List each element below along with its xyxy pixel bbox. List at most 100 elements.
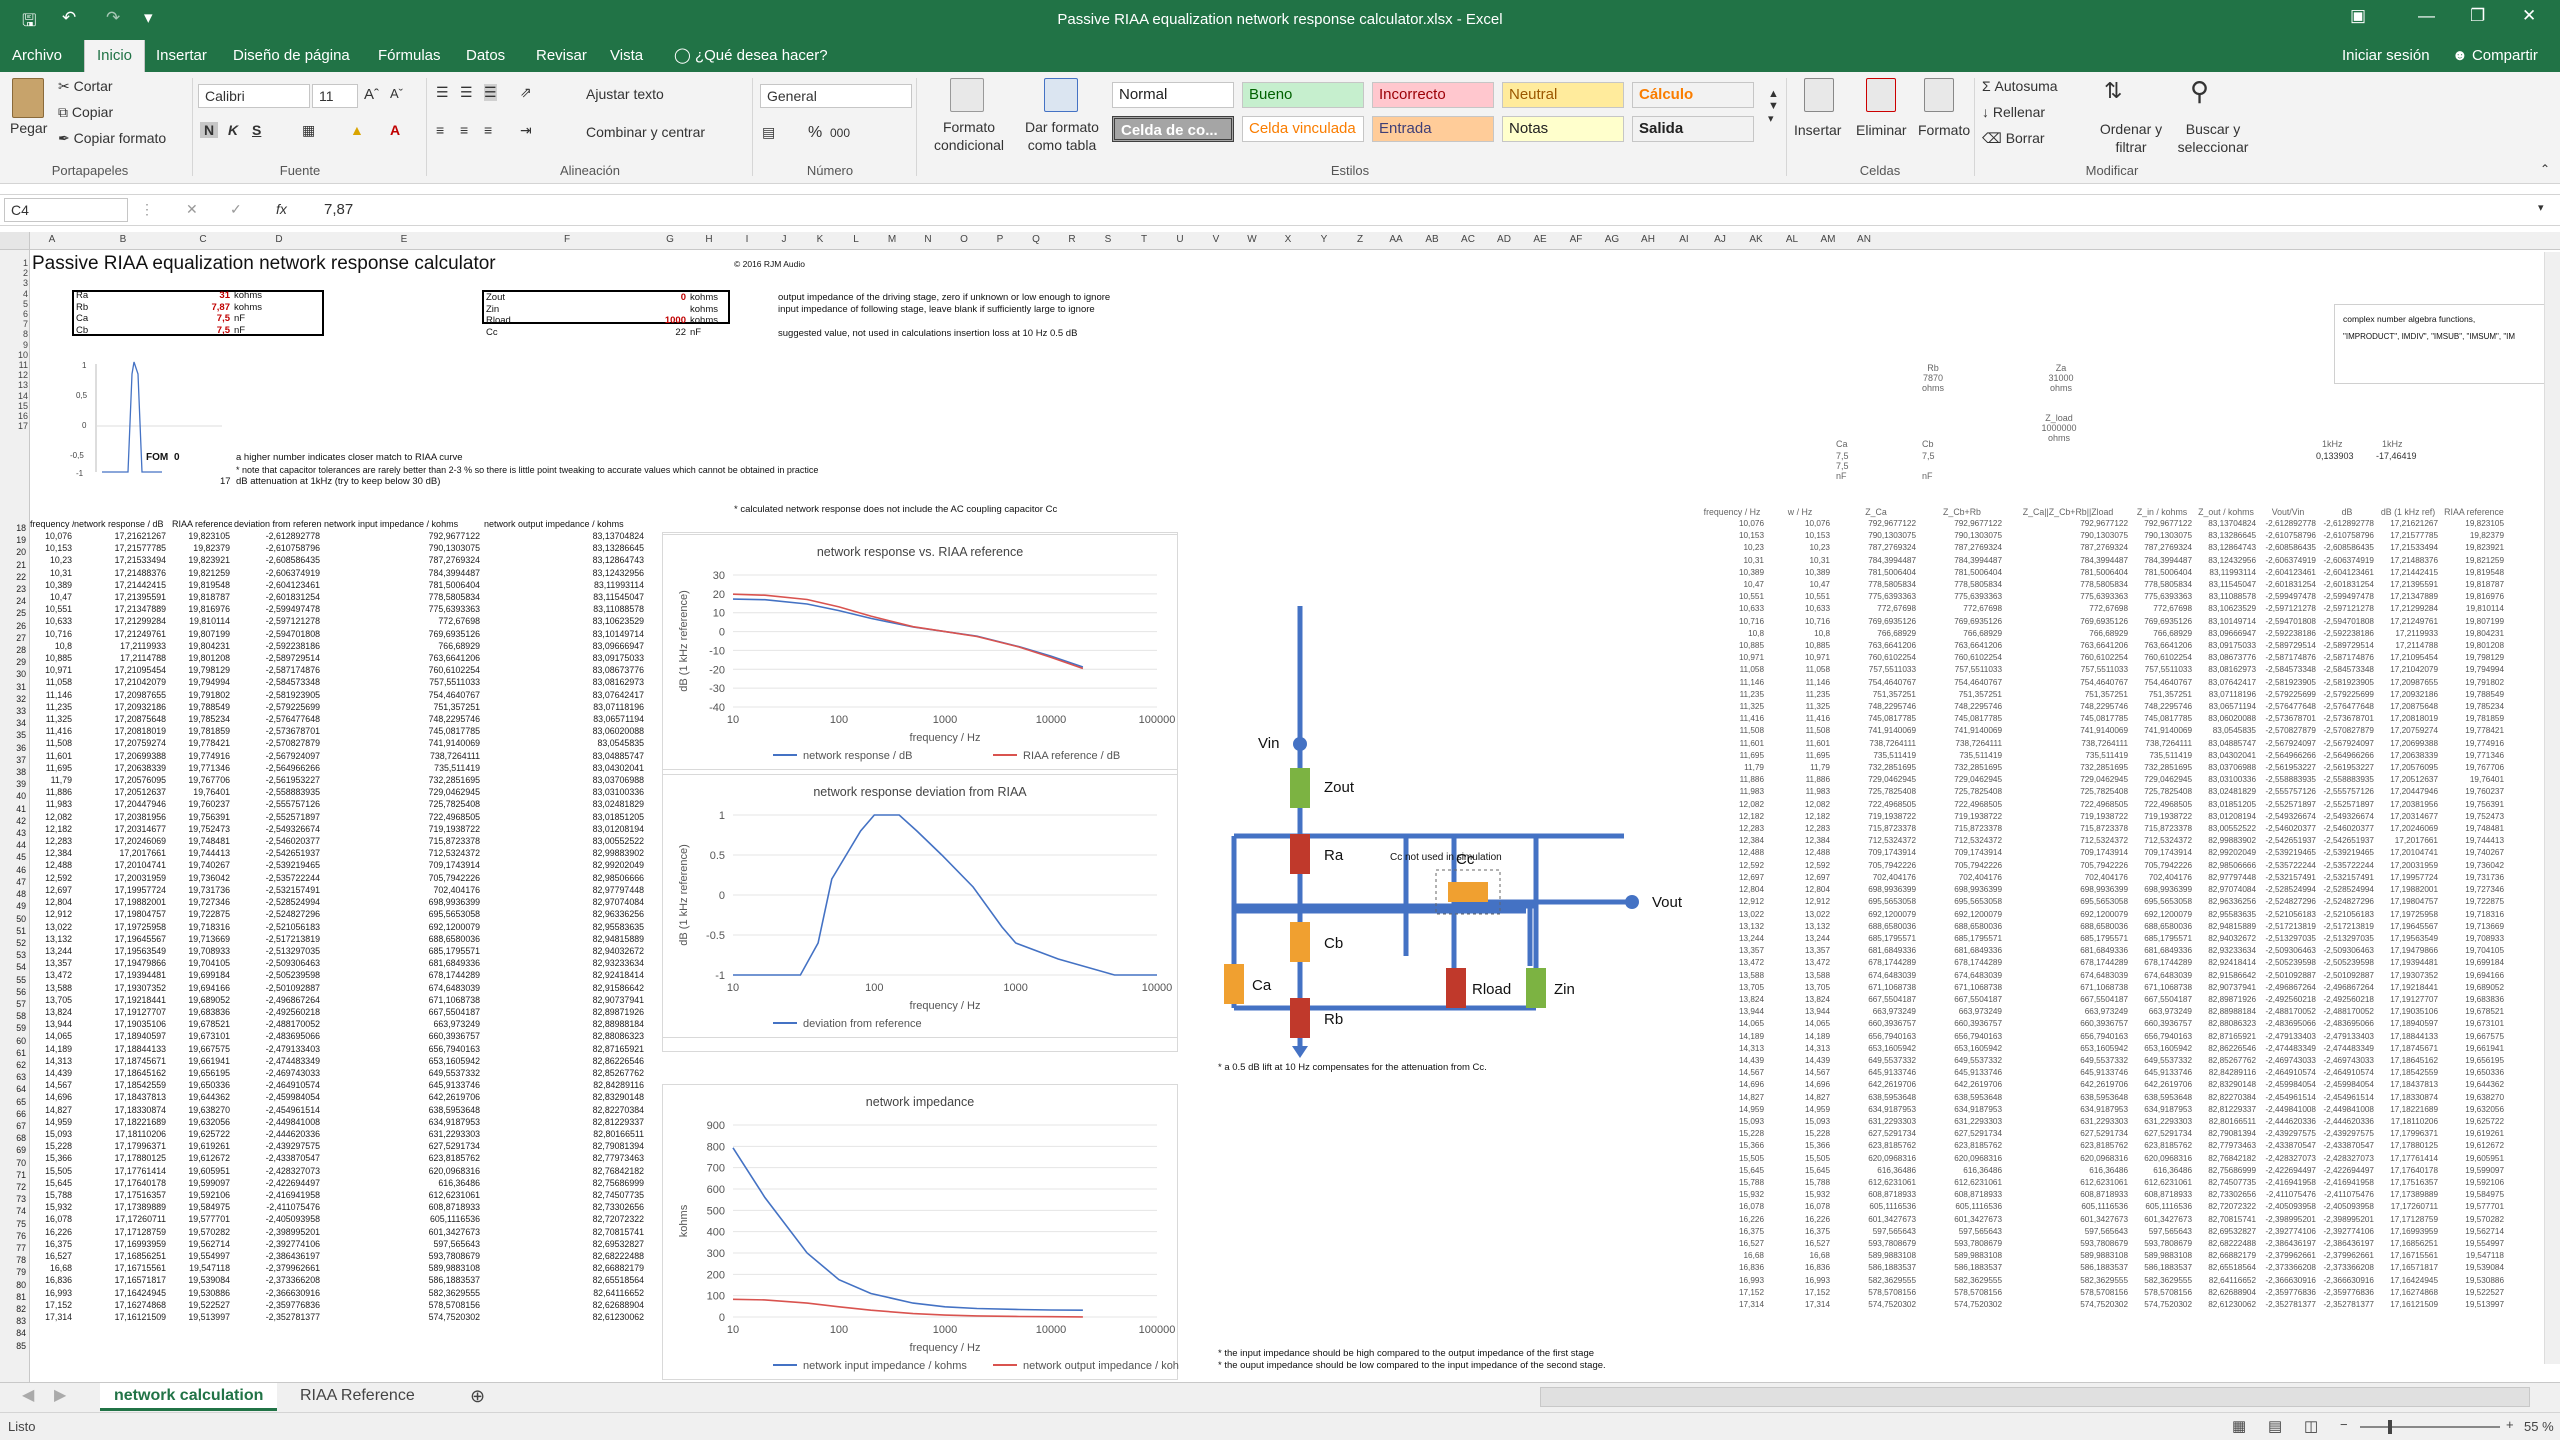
style-salida[interactable]: Salida bbox=[1632, 116, 1754, 142]
column-header[interactable]: C bbox=[172, 234, 234, 245]
param-value[interactable]: 7,87 bbox=[170, 302, 231, 314]
style-notas[interactable]: Notas bbox=[1502, 116, 1624, 142]
right-data-column[interactable]: -2,612892778 -2,610758796 -2,608586435 -… bbox=[2320, 518, 2374, 1311]
fill-button[interactable]: ↓ Rellenar bbox=[1982, 104, 2045, 120]
right-data-column[interactable]: 792,9677122 790,1303075 787,2769324 784,… bbox=[1922, 518, 2002, 1311]
column-header[interactable]: Z bbox=[1342, 234, 1378, 245]
column-header[interactable]: Y bbox=[1306, 234, 1342, 245]
load-name[interactable]: Cc bbox=[486, 327, 498, 339]
worksheet-grid[interactable]: A B C D E F G H I J K L M N O P Q R S T U V W X Y Z AA AB AC AD AE AF AG… bbox=[0, 232, 2560, 1382]
load-value[interactable]: 1000 bbox=[620, 315, 686, 327]
copy-button[interactable]: ⧉ Copiar bbox=[58, 104, 113, 121]
align-left-icon[interactable]: ≡ bbox=[436, 122, 444, 138]
share-button[interactable]: ☻ Compartir bbox=[2440, 40, 2550, 72]
column-header[interactable]: R bbox=[1054, 234, 1090, 245]
zoom-slider[interactable] bbox=[2360, 1426, 2500, 1428]
load-unit[interactable]: kohms bbox=[690, 292, 718, 304]
number-format-select[interactable]: General bbox=[760, 84, 912, 108]
enter-icon[interactable]: ✓ bbox=[230, 201, 242, 218]
col-input-impedance[interactable]: 792,9677122 790,1303075 787,2769324 784,… bbox=[324, 530, 480, 1323]
conditional-format-icon[interactable] bbox=[950, 78, 984, 112]
page-break-icon[interactable]: ◫ bbox=[2304, 1417, 2318, 1435]
find-icon[interactable]: ⚲ bbox=[2190, 76, 2209, 107]
column-header[interactable]: G bbox=[650, 234, 690, 245]
param-unit[interactable]: nF bbox=[234, 313, 245, 325]
select-all-corner[interactable] bbox=[0, 232, 30, 250]
column-header[interactable]: AE bbox=[1522, 234, 1558, 245]
delete-cells-button[interactable]: Eliminar bbox=[1856, 122, 1907, 138]
zoom-thumb[interactable] bbox=[2388, 1420, 2392, 1434]
column-header[interactable]: P bbox=[982, 234, 1018, 245]
column-header[interactable]: B bbox=[74, 234, 172, 245]
format-cells-icon[interactable] bbox=[1924, 78, 1954, 112]
load-unit[interactable]: nF bbox=[690, 327, 701, 339]
formula-input[interactable]: 7,87 bbox=[324, 201, 353, 218]
grow-font-icon[interactable]: Aˆ bbox=[364, 86, 379, 103]
tab-archivo[interactable]: Archivo bbox=[0, 40, 74, 72]
thousands-button[interactable]: 000 bbox=[830, 126, 850, 140]
align-center-icon[interactable]: ≡ bbox=[460, 122, 468, 138]
font-color-icon[interactable]: A bbox=[390, 122, 400, 138]
param-unit[interactable]: kohms bbox=[234, 302, 262, 314]
column-header[interactable]: M bbox=[874, 234, 910, 245]
right-data-column[interactable]: 792,9677122 790,1303075 787,2769324 784,… bbox=[2008, 518, 2128, 1311]
font-size-select[interactable]: 11 bbox=[312, 84, 358, 108]
signin-link[interactable]: Iniciar sesión bbox=[2330, 40, 2442, 72]
column-header[interactable]: E bbox=[324, 234, 484, 245]
insert-cells-icon[interactable] bbox=[1804, 78, 1834, 112]
ribbon-display-icon[interactable]: ▣ bbox=[2350, 6, 2366, 26]
load-unit[interactable]: kohms bbox=[690, 315, 718, 327]
column-header[interactable]: AM bbox=[1810, 234, 1846, 245]
column-header[interactable]: H bbox=[690, 234, 728, 245]
conditional-format-button[interactable]: Formato condicional bbox=[924, 118, 1014, 154]
formula-options-icon[interactable]: ⋮ bbox=[140, 201, 154, 218]
table-format-icon[interactable] bbox=[1044, 78, 1078, 112]
style-celda-vinculada[interactable]: Celda vinculada bbox=[1242, 116, 1364, 142]
style-incorrecto[interactable]: Incorrecto bbox=[1372, 82, 1494, 108]
column-header[interactable]: Q bbox=[1018, 234, 1054, 245]
mini-response-chart[interactable]: 1 0,5 0 -0,5 -1 bbox=[62, 354, 226, 482]
merge-center-button[interactable]: Combinar y centrar bbox=[586, 124, 705, 140]
column-header[interactable]: AK bbox=[1738, 234, 1774, 245]
param-value[interactable]: 31 bbox=[170, 290, 230, 302]
percent-button[interactable]: % bbox=[808, 124, 822, 142]
col-deviation[interactable]: -2,612892778 -2,610758796 -2,608586435 -… bbox=[234, 530, 320, 1323]
tab-formulas[interactable]: Fórmulas bbox=[366, 40, 453, 72]
paste-button[interactable]: Pegar bbox=[10, 120, 47, 136]
column-header[interactable]: AN bbox=[1846, 234, 1882, 245]
column-header[interactable]: AC bbox=[1450, 234, 1486, 245]
normal-view-icon[interactable]: ▦ bbox=[2232, 1417, 2246, 1435]
complex-note-box[interactable]: complex number algebra functions, "IMPRO… bbox=[2334, 304, 2554, 384]
tab-datos[interactable]: Datos bbox=[454, 40, 517, 72]
name-box[interactable]: C4 bbox=[4, 198, 128, 222]
column-header[interactable]: AA bbox=[1378, 234, 1414, 245]
column-header[interactable]: AD bbox=[1486, 234, 1522, 245]
col-output-impedance[interactable]: 83,13704824 83,13286645 83,12864743 83,1… bbox=[484, 530, 644, 1323]
chart-deviation[interactable]: network response deviation from RIAA 1 0.… bbox=[662, 774, 1178, 1038]
italic-button[interactable]: K bbox=[228, 122, 238, 138]
column-header[interactable]: AB bbox=[1414, 234, 1450, 245]
tab-vista[interactable]: Vista bbox=[598, 40, 655, 72]
sort-filter-button[interactable]: Ordenar y filtrar bbox=[2096, 120, 2166, 156]
find-select-button[interactable]: Buscar y seleccionar bbox=[2166, 120, 2260, 156]
column-header[interactable]: AI bbox=[1666, 234, 1702, 245]
param-value[interactable]: 7,5 bbox=[170, 313, 230, 325]
column-header[interactable]: L bbox=[838, 234, 874, 245]
tab-diseno[interactable]: Diseño de página bbox=[221, 40, 362, 72]
horizontal-scrollbar[interactable] bbox=[1540, 1387, 2530, 1407]
format-painter-button[interactable]: ✒ Copiar formato bbox=[58, 130, 166, 147]
column-header[interactable]: AJ bbox=[1702, 234, 1738, 245]
col-riaa-reference[interactable]: 19,823105 19,82379 19,823921 19,821259 1… bbox=[170, 530, 230, 1323]
delete-cells-icon[interactable] bbox=[1866, 78, 1896, 112]
column-header[interactable]: K bbox=[802, 234, 838, 245]
col-frequency[interactable]: 10,076 10,153 10,23 10,31 10,389 10,47 1… bbox=[32, 530, 72, 1323]
next-sheet-icon[interactable]: ▶ bbox=[40, 1383, 80, 1411]
underline-button[interactable]: S bbox=[252, 122, 261, 138]
right-data-column[interactable]: 10,076 10,153 10,23 10,31 10,389 10,47 1… bbox=[1770, 518, 1830, 1311]
right-data-column[interactable]: 83,13704824 83,13286645 83,12864743 83,1… bbox=[2196, 518, 2256, 1311]
right-data-column[interactable]: 792,9677122 790,1303075 787,2769324 784,… bbox=[1836, 518, 1916, 1311]
zoom-in-icon[interactable]: + bbox=[2506, 1417, 2514, 1432]
fill-color-icon[interactable]: ▲ bbox=[350, 122, 364, 138]
chart-impedance[interactable]: network impedance 900 800 700 600 500 400 300 2… bbox=[662, 1084, 1179, 1380]
zoom-level[interactable]: 55 % bbox=[2524, 1419, 2554, 1434]
